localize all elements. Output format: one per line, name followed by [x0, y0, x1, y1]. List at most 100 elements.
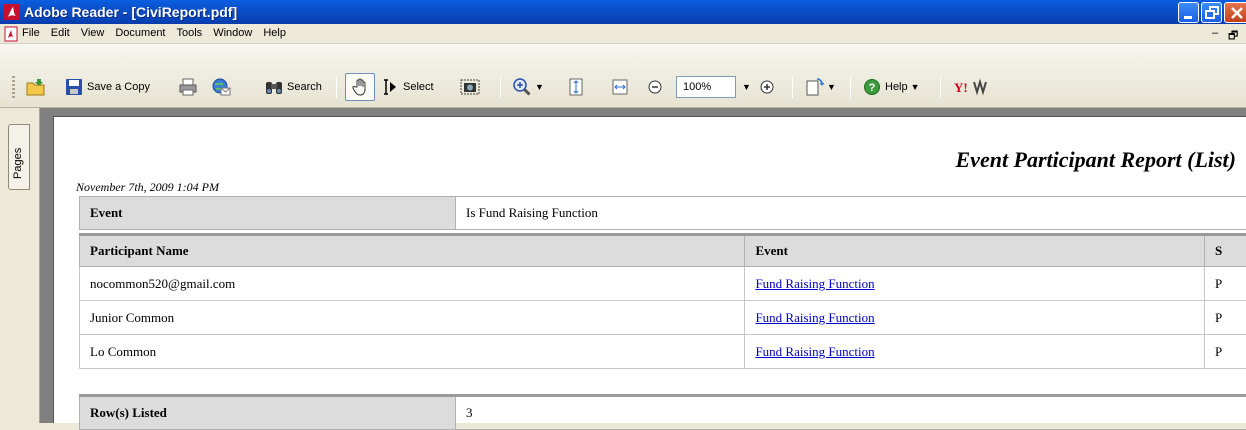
event-link[interactable]: Fund Raising Function: [755, 276, 874, 291]
zoom-in-button[interactable]: [757, 74, 777, 100]
help-button[interactable]: ? Help ▼: [862, 74, 920, 100]
menu-document[interactable]: Document: [115, 27, 165, 39]
report-date: November 7th, 2009 1:04 PM: [76, 180, 219, 195]
pages-tab-label: Pages: [12, 148, 24, 179]
fit-width-icon: [610, 77, 630, 97]
toolbar-separator: [336, 76, 337, 98]
window-title-bar[interactable]: Adobe Reader - [CiviReport.pdf]: [0, 0, 1246, 24]
rows-listed-label: Row(s) Listed: [80, 396, 456, 430]
yahoo-toolbar-button[interactable]: Y!: [952, 74, 996, 100]
rotate-view-button[interactable]: ▼: [804, 74, 836, 100]
save-copy-label: Save a Copy: [87, 81, 150, 93]
zoom-dropdown-button[interactable]: ▼: [739, 74, 751, 100]
toolbar-separator: [940, 76, 941, 98]
pages-tab[interactable]: Pages: [8, 124, 30, 190]
participant-table: Participant Name Event S nocommon520@gma…: [79, 233, 1246, 369]
table-row: Junior Common Fund Raising Function P: [80, 301, 1246, 335]
email-button[interactable]: [211, 74, 231, 100]
filter-label: Event: [80, 197, 456, 230]
menu-file[interactable]: File: [22, 27, 40, 39]
rows-listed-value: 3: [456, 396, 1246, 430]
table-header-row: Participant Name Event S: [80, 235, 1246, 267]
fit-page-icon: [566, 77, 586, 97]
column-header-participant-name: Participant Name: [80, 235, 745, 267]
print-button[interactable]: [178, 74, 198, 100]
zoom-in-tool-button[interactable]: ▼: [512, 74, 544, 100]
chevron-down-icon[interactable]: ▼: [535, 82, 544, 92]
search-label: Search: [287, 81, 322, 93]
hand-tool-button[interactable]: [345, 73, 375, 101]
pdf-document-icon[interactable]: [3, 26, 19, 42]
filter-row: Event Is Fund Raising Function: [80, 197, 1246, 230]
status-cell: P: [1205, 267, 1246, 301]
table-row: Lo Common Fund Raising Function P: [80, 335, 1246, 369]
filter-value: Is Fund Raising Function: [456, 197, 1246, 230]
report-title: Event Participant Report (List): [956, 147, 1237, 173]
document-viewer[interactable]: Event Participant Report (List) November…: [40, 108, 1246, 423]
yahoo-logo-icon: Y!: [952, 77, 996, 97]
floppy-disk-icon: [64, 77, 84, 97]
toolbar: Save a Copy Search: [0, 44, 1246, 108]
menu-window[interactable]: Window: [213, 27, 252, 39]
menu-edit[interactable]: Edit: [51, 27, 70, 39]
filter-table: Event Is Fund Raising Function: [79, 196, 1246, 230]
text-select-icon: [380, 77, 400, 97]
plus-circle-icon: [757, 77, 777, 97]
toolbar-separator: [500, 76, 501, 98]
adobe-reader-icon: [4, 4, 20, 20]
open-button[interactable]: [26, 74, 46, 100]
event-cell: Fund Raising Function: [745, 301, 1205, 335]
zoom-level-field[interactable]: 100%: [676, 76, 736, 98]
open-folder-icon: [26, 77, 46, 97]
help-icon: ?: [862, 77, 882, 97]
search-button[interactable]: Search: [264, 74, 322, 100]
menu-tools[interactable]: Tools: [177, 27, 203, 39]
select-label: Select: [403, 81, 434, 93]
status-cell: P: [1205, 335, 1246, 369]
restore-button[interactable]: [1201, 2, 1222, 23]
email-globe-icon: [211, 77, 231, 97]
close-button[interactable]: [1224, 2, 1246, 23]
binoculars-icon: [264, 77, 284, 97]
event-cell: Fund Raising Function: [745, 335, 1205, 369]
rotate-page-icon: [804, 77, 824, 97]
select-tool-button[interactable]: Select: [380, 74, 434, 100]
fit-page-button[interactable]: [566, 74, 586, 100]
participant-name-cell: Lo Common: [80, 335, 745, 369]
save-copy-button[interactable]: Save a Copy: [64, 74, 150, 100]
printer-icon: [178, 77, 198, 97]
event-link[interactable]: Fund Raising Function: [755, 310, 874, 325]
menu-bar: File Edit View Document Tools Window Hel…: [0, 24, 1246, 44]
camera-icon: [460, 77, 480, 97]
summary-row: Row(s) Listed 3: [80, 396, 1246, 430]
zoom-out-button[interactable]: [645, 74, 665, 100]
menu-view[interactable]: View: [81, 27, 105, 39]
status-cell: P: [1205, 301, 1246, 335]
chevron-down-icon: ▼: [742, 82, 751, 92]
hand-icon: [351, 77, 371, 97]
event-cell: Fund Raising Function: [745, 267, 1205, 301]
pdf-page: Event Participant Report (List) November…: [53, 116, 1246, 423]
toolbar-separator: [792, 76, 793, 98]
svg-text:?: ?: [869, 82, 876, 94]
participant-name-cell: Junior Common: [80, 301, 745, 335]
column-header-event: Event: [745, 235, 1205, 267]
participant-name-cell: nocommon520@gmail.com: [80, 267, 745, 301]
minus-circle-icon: [645, 77, 665, 97]
snapshot-button[interactable]: [460, 74, 480, 100]
event-link[interactable]: Fund Raising Function: [755, 344, 874, 359]
svg-text:Y!: Y!: [954, 80, 968, 95]
summary-table: Row(s) Listed 3: [79, 394, 1246, 430]
navigation-pane: Pages: [0, 108, 40, 423]
chevron-down-icon[interactable]: ▼: [827, 82, 836, 92]
column-header-status: S: [1205, 235, 1246, 267]
table-row: nocommon520@gmail.com Fund Raising Funct…: [80, 267, 1246, 301]
toolbar-grip[interactable]: [12, 76, 15, 98]
magnifier-zoom-icon: [512, 77, 532, 97]
fit-width-button[interactable]: [610, 74, 630, 100]
minimize-button[interactable]: [1178, 2, 1199, 23]
menu-help[interactable]: Help: [263, 27, 286, 39]
chevron-down-icon[interactable]: ▼: [911, 82, 920, 92]
doc-minimize-button[interactable]: –: [1212, 27, 1218, 39]
window-title: Adobe Reader - [CiviReport.pdf]: [24, 4, 237, 20]
